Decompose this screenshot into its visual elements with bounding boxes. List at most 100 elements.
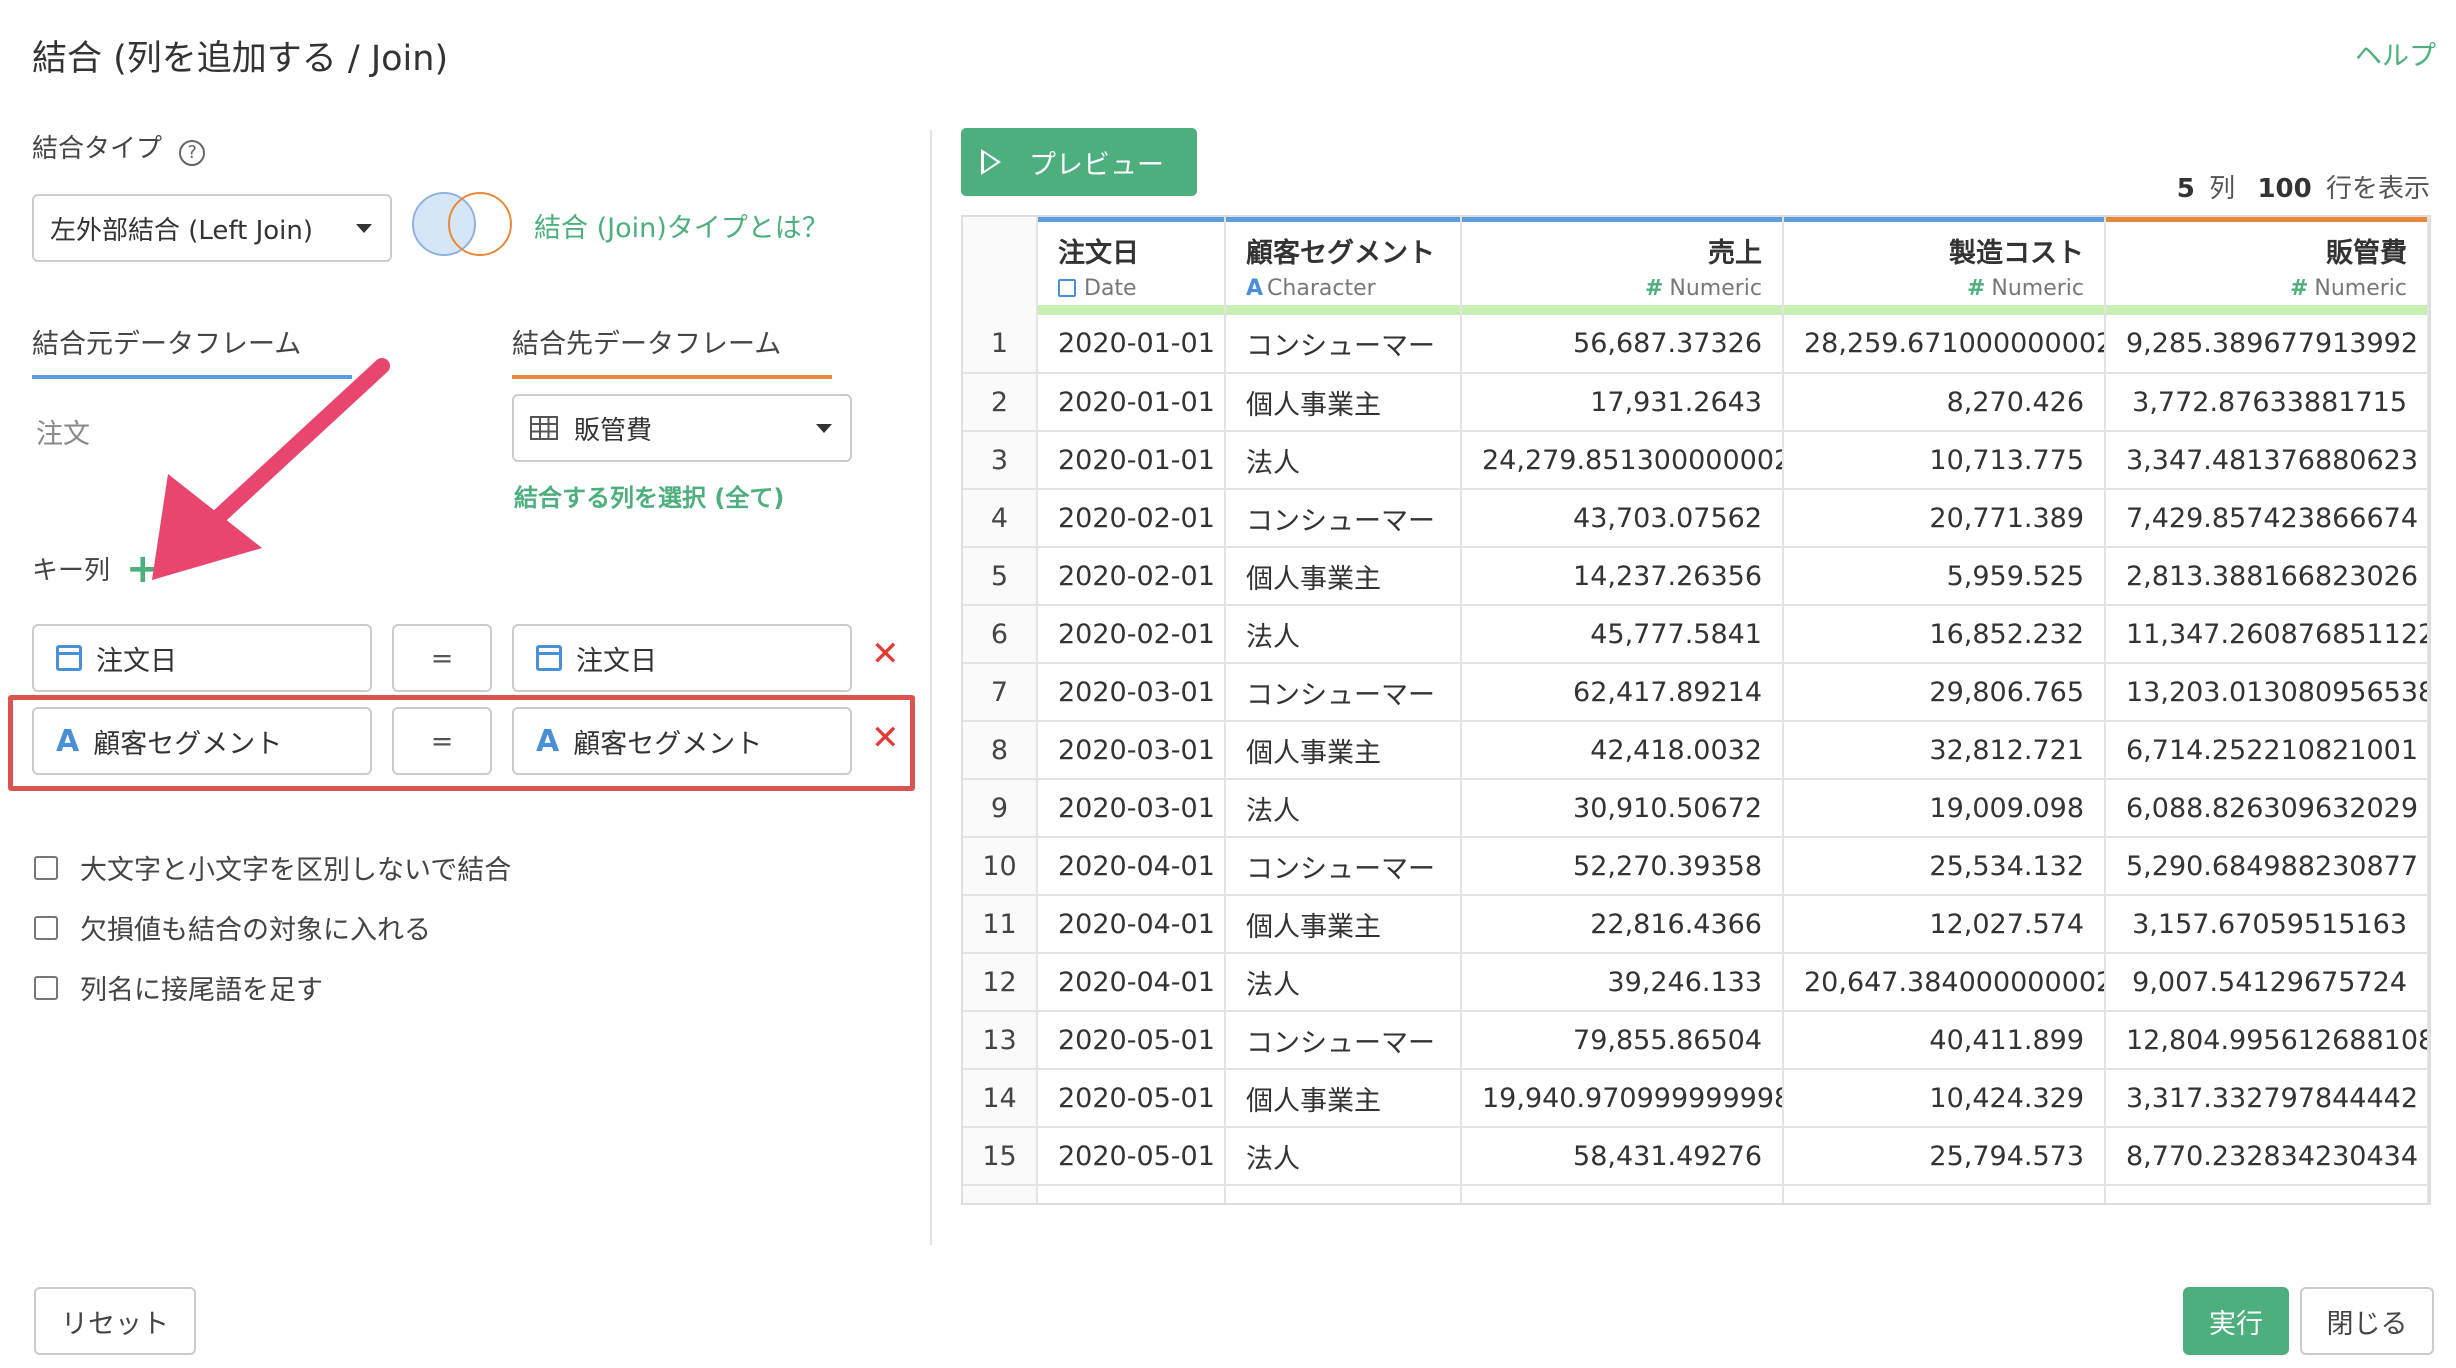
checkbox[interactable] [34,855,58,880]
table-cell: 7,429.857423866674 [2105,489,2429,548]
column-header[interactable]: 製造コスト # Numeric [1783,217,2106,315]
table-cell: 2020-03-01 [1037,663,1226,722]
table-cell: 12,804.995612688108 [2105,1011,2429,1070]
key-row-right-date[interactable]: 注文日 [512,624,852,692]
table-row[interactable]: 13 2020-05-01 コンシューマー 79,855.86504 40,411.89… [963,1011,2429,1070]
table-row[interactable]: 3 2020-01-01 法人 24,279.851300000002 10,713.7… [963,431,2429,490]
checkbox[interactable] [34,915,58,940]
table-cell: 個人事業主 [1225,373,1462,432]
numeric-type-icon: # [1644,276,1664,301]
table-cell: 13,203.013080956538 [2105,663,2429,722]
column-accent-bar [1226,217,1459,222]
table-cell [2105,1185,2429,1203]
join-type-select[interactable]: 左外部結合 (Left Join) [32,194,392,262]
table-row[interactable]: 2 2020-01-01 個人事業主 17,931.2643 8,270.426 3,77… [963,373,2429,432]
key-row-left-date[interactable]: 注文日 [32,624,372,692]
run-button[interactable]: 実行 [2183,1287,2289,1355]
table-row[interactable]: 9 2020-03-01 法人 30,910.50672 19,009.098 6,088… [963,779,2429,838]
table-row[interactable]: 15 2020-05-01 法人 58,431.49276 25,794.573 8,77… [963,1127,2429,1186]
remove-key-icon[interactable]: ✕ [871,718,900,758]
numeric-type-icon: # [2289,276,2309,301]
select-columns-link[interactable]: 結合する列を選択 (全て) [514,478,784,513]
column-quality-bar [1038,305,1223,315]
table-row[interactable]: 6 2020-02-01 法人 45,777.5841 16,852.232 11,347… [963,605,2429,664]
table-cell: 30,910.50672 [1461,779,1784,838]
row-index: 15 [963,1127,1038,1186]
table-cell: コンシューマー [1225,315,1462,374]
key-right-label: 注文日 [576,645,657,677]
help-question-icon[interactable]: ? [179,139,206,166]
column-name: 販管費 [2326,238,2407,269]
table-cell: 19,009.098 [1783,779,2106,838]
table-cell: 22,816.4366 [1461,895,1784,954]
column-header[interactable]: 注文日 Date [1037,217,1226,315]
key-operator[interactable]: = [392,624,492,692]
close-button[interactable]: 閉じる [2300,1287,2434,1355]
table-row[interactable]: 7 2020-03-01 コンシューマー 62,417.89214 29,806.765… [963,663,2429,722]
key-row-right-character[interactable]: A 顧客セグメント [512,707,852,775]
preview-button[interactable]: プレビュー [961,128,1197,196]
table-cell: 3,772.87633881715 [2105,373,2429,432]
table-row[interactable]: 5 2020-02-01 個人事業主 14,237.26356 5,959.525 2,8… [963,547,2429,606]
key-row-left-character[interactable]: A 顧客セグメント [32,707,372,775]
column-name: 注文日 [1058,238,1139,269]
table-cell: 2,813.388166823026 [2105,547,2429,606]
table-cell: 法人 [1225,605,1462,664]
table-cell: 25,534.132 [1783,837,2106,896]
remove-key-icon[interactable]: ✕ [871,634,900,674]
row-index: 8 [963,721,1038,780]
help-link[interactable]: ヘルプ [2355,34,2436,73]
calendar-icon [1058,279,1076,297]
column-type-label: Character [1267,276,1376,301]
target-df-select[interactable]: 販管費 [512,394,852,462]
play-icon [981,149,1001,175]
table-cell: 56,687.37326 [1461,315,1784,374]
table-cell: 40,411.899 [1783,1011,2106,1070]
row-index: 12 [963,953,1038,1012]
table-cell: 43,703.07562 [1461,489,1784,548]
row-index: 3 [963,431,1038,490]
table-cell: 個人事業主 [1225,895,1462,954]
column-accent-bar [1038,217,1223,222]
reset-button[interactable]: リセット [34,1287,196,1355]
column-header[interactable]: 販管費 # Numeric [2105,217,2429,315]
table-cell: 20,647.384000000002 [1783,953,2106,1012]
join-type-value: 左外部結合 (Left Join) [50,215,314,246]
column-unit: 列 [2209,174,2236,204]
column-name: 顧客セグメント [1246,238,1435,269]
table-cell: 25,794.573 [1783,1127,2106,1186]
table-row[interactable]: 11 2020-04-01 個人事業主 22,816.4366 12,027.574 3,… [963,895,2429,954]
table-cell: 2020-01-01 [1037,315,1226,374]
character-type-icon: A [1246,276,1264,301]
column-header[interactable]: 顧客セグメント A Character [1225,217,1462,315]
column-header[interactable]: 売上 # Numeric [1461,217,1784,315]
table-row[interactable]: 4 2020-02-01 コンシューマー 43,703.07562 20,771.389… [963,489,2429,548]
preview-table[interactable]: 注文日 Date 顧客セグメント A Character 売上 # Numeric 製造コスト #… [961,215,2431,1205]
table-cell: 45,777.5841 [1461,605,1784,664]
annotation-arrow-icon [152,358,390,580]
table-cell: 52,270.39358 [1461,837,1784,896]
option-add-suffix[interactable]: 列名に接尾語を足す [34,968,323,1007]
join-type-help-link[interactable]: 結合 (Join)タイプとは？ [534,206,829,245]
table-cell: 42,418.0032 [1461,721,1784,780]
target-df-header: 結合先データフレーム [512,322,832,379]
row-unit: 行を表示 [2325,174,2430,204]
table-row[interactable]: 14 2020-05-01 個人事業主 19,940.970999999998 10,4… [963,1069,2429,1128]
option-case-insensitive[interactable]: 大文字と小文字を区別しないで結合 [34,848,511,887]
table-cell: 3,317.332797844442 [2105,1069,2429,1128]
key-columns-label: キー列 [32,556,111,586]
column-type-label: Date [1084,276,1137,301]
table-cell: コンシューマー [1225,1011,1462,1070]
table-row[interactable]: 1 2020-01-01 コンシューマー 56,687.37326 28,259.671… [963,315,2429,374]
key-operator[interactable]: = [392,707,492,775]
table-row[interactable]: 12 2020-04-01 法人 39,246.133 20,647.384000000… [963,953,2429,1012]
table-row[interactable]: 8 2020-03-01 個人事業主 42,418.0032 32,812.721 6,7… [963,721,2429,780]
join-type-label-row: 結合タイプ ? [32,128,206,166]
table-cell: 3,347.481376880623 [2105,431,2429,490]
table-cell: 2020-03-01 [1037,779,1226,838]
option-include-missing[interactable]: 欠損値も結合の対象に入れる [34,908,431,947]
table-cell: コンシューマー [1225,663,1462,722]
table-row[interactable]: 10 2020-04-01 コンシューマー 52,270.39358 25,534.13… [963,837,2429,896]
table-cell: 28,259.671000000002 [1783,315,2106,374]
checkbox[interactable] [34,975,58,1000]
